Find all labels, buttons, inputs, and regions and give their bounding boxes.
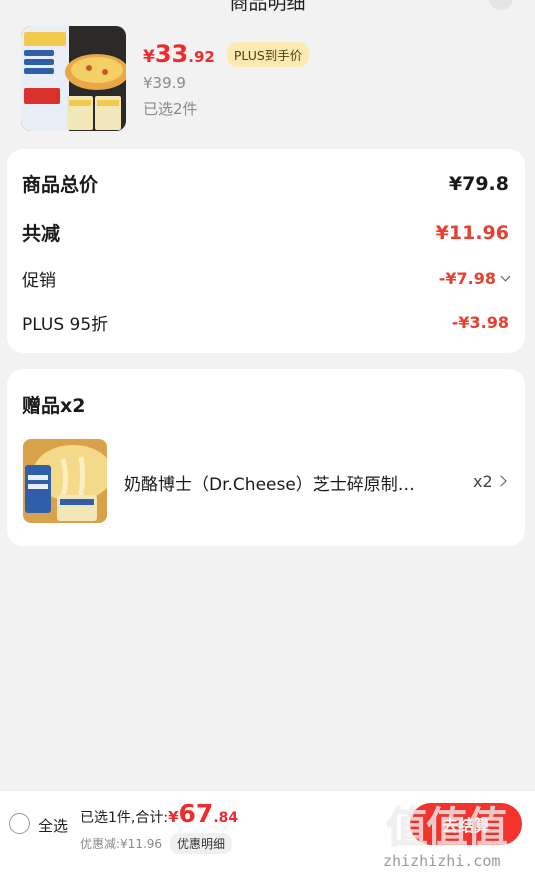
total-symbol: ¥: [168, 808, 179, 826]
bottom-safe-area: [0, 856, 535, 874]
promo-value-wrap[interactable]: -¥7.98: [438, 269, 511, 288]
cheese-product-icon: [23, 439, 107, 523]
promo-row[interactable]: 促销 -¥7.98: [22, 266, 511, 291]
gifts-card: 赠品x2 奶酪博士（Dr.Cheese）芝士碎原制… x2: [7, 369, 525, 546]
price-integer: 33: [154, 40, 189, 68]
gift-item-qty: x2: [473, 472, 493, 491]
total-price-row: 商品总价 ¥79.8: [22, 170, 509, 197]
header-bar: 商品明细: [0, 0, 535, 18]
discount-detail-button[interactable]: 优惠明细: [170, 833, 233, 854]
selected-count: 已选2件: [143, 100, 198, 118]
plus-discount-row: PLUS 95折 -¥3.98: [22, 310, 509, 335]
price-summary-card: 商品总价 ¥79.8 共减 ¥11.96 促销 -¥7.98 PLUS 95折 …: [7, 149, 525, 353]
checkout-button[interactable]: 去结算: [410, 803, 522, 845]
select-all-radio[interactable]: [9, 813, 30, 834]
plus-discount-label: PLUS 95折: [22, 315, 109, 335]
gift-item-name[interactable]: 奶酪博士（Dr.Cheese）芝士碎原制…: [124, 470, 429, 495]
pizza-product-icon: [21, 26, 126, 131]
bottom-checkout-bar: 全选 已选1件,合计: ¥ 67 .84 优惠减:¥11.96 优惠明细 去结算: [0, 790, 535, 856]
total-reduce-value: ¥11.96: [435, 221, 509, 244]
total-prefix: 已选1件,合计:: [80, 810, 169, 826]
price-symbol: ¥: [143, 47, 155, 67]
product-price: ¥ 33 .92 PLUS到手价: [143, 40, 310, 68]
discount-line: 优惠减:¥11.96 优惠明细: [80, 833, 233, 854]
total-reduce-row: 共减 ¥11.96: [22, 219, 509, 246]
total-price-value: ¥79.8: [448, 172, 509, 195]
promo-label: 促销: [22, 271, 56, 291]
total-reduce-label: 共减: [22, 223, 61, 245]
chevron-right-icon[interactable]: [495, 475, 507, 487]
chevron-down-icon[interactable]: [500, 271, 511, 282]
plus-price-badge: PLUS到手价: [226, 41, 310, 67]
select-all-label[interactable]: 全选: [38, 815, 68, 836]
total-decimal: .84: [213, 810, 239, 826]
product-image: [21, 26, 126, 131]
plus-discount-value: -¥3.98: [451, 313, 509, 332]
promo-value: -¥7.98: [438, 269, 496, 288]
total-integer: 67: [178, 799, 214, 828]
total-price-label: 商品总价: [22, 174, 99, 196]
gift-image[interactable]: [23, 439, 107, 523]
page-title: 商品明细: [229, 0, 306, 14]
gifts-title: 赠品x2: [22, 395, 86, 417]
discount-text: 优惠减:¥11.96: [80, 837, 163, 851]
price-decimal: .92: [188, 48, 215, 66]
original-price: ¥39.9: [143, 74, 186, 92]
total-line: 已选1件,合计: ¥ 67 .84: [80, 799, 238, 828]
